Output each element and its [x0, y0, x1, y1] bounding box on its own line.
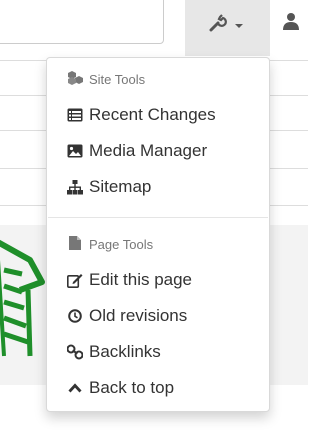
- sitemap-icon: [67, 179, 83, 195]
- chevron-down-icon: [235, 24, 243, 28]
- menu-item-back-to-top[interactable]: Back to top: [67, 377, 174, 399]
- menu-item-old-revisions[interactable]: Old revisions: [67, 305, 187, 327]
- site-tools-label: Site Tools: [89, 71, 146, 87]
- menu-item-label: Media Manager: [89, 141, 208, 160]
- user-menu-button[interactable]: [283, 12, 308, 42]
- page: Site Tools Recent Changes Media Manager …: [0, 0, 308, 434]
- tools-dropdown-toggle[interactable]: [185, 0, 270, 56]
- menu-item-label: Recent Changes: [89, 105, 216, 124]
- link-icon: [67, 344, 83, 360]
- wrench-icon: [209, 14, 227, 32]
- menu-item-recent-changes[interactable]: Recent Changes: [67, 104, 216, 126]
- menu-item-label: Old revisions: [89, 306, 188, 325]
- menu-item-label: Sitemap: [89, 177, 152, 196]
- menu-item-edit-page[interactable]: Edit this page: [67, 269, 192, 291]
- logo-image: [0, 239, 45, 357]
- edit-icon: [67, 272, 83, 288]
- menu-item-media-manager[interactable]: Media Manager: [67, 140, 207, 162]
- site-tools-header: Site Tools: [67, 70, 145, 88]
- image-icon: [67, 143, 83, 159]
- menu-divider: [48, 217, 268, 218]
- file-icon: [67, 235, 83, 253]
- menu-item-backlinks[interactable]: Backlinks: [67, 341, 161, 363]
- tools-dropdown-menu: Site Tools Recent Changes Media Manager …: [46, 57, 270, 412]
- chevron-up-icon: [67, 380, 83, 396]
- search-input[interactable]: [0, 0, 164, 44]
- menu-item-label: Backlinks: [89, 342, 161, 361]
- list-alt-icon: [67, 107, 83, 123]
- clock-icon: [67, 308, 83, 324]
- page-tools-label: Page Tools: [89, 236, 154, 252]
- user-icon: [283, 13, 299, 30]
- page-tools-header: Page Tools: [67, 235, 153, 253]
- menu-item-label: Edit this page: [89, 270, 193, 289]
- menu-item-label: Back to top: [89, 378, 175, 397]
- cubes-icon: [67, 70, 83, 88]
- menu-item-sitemap[interactable]: Sitemap: [67, 176, 151, 198]
